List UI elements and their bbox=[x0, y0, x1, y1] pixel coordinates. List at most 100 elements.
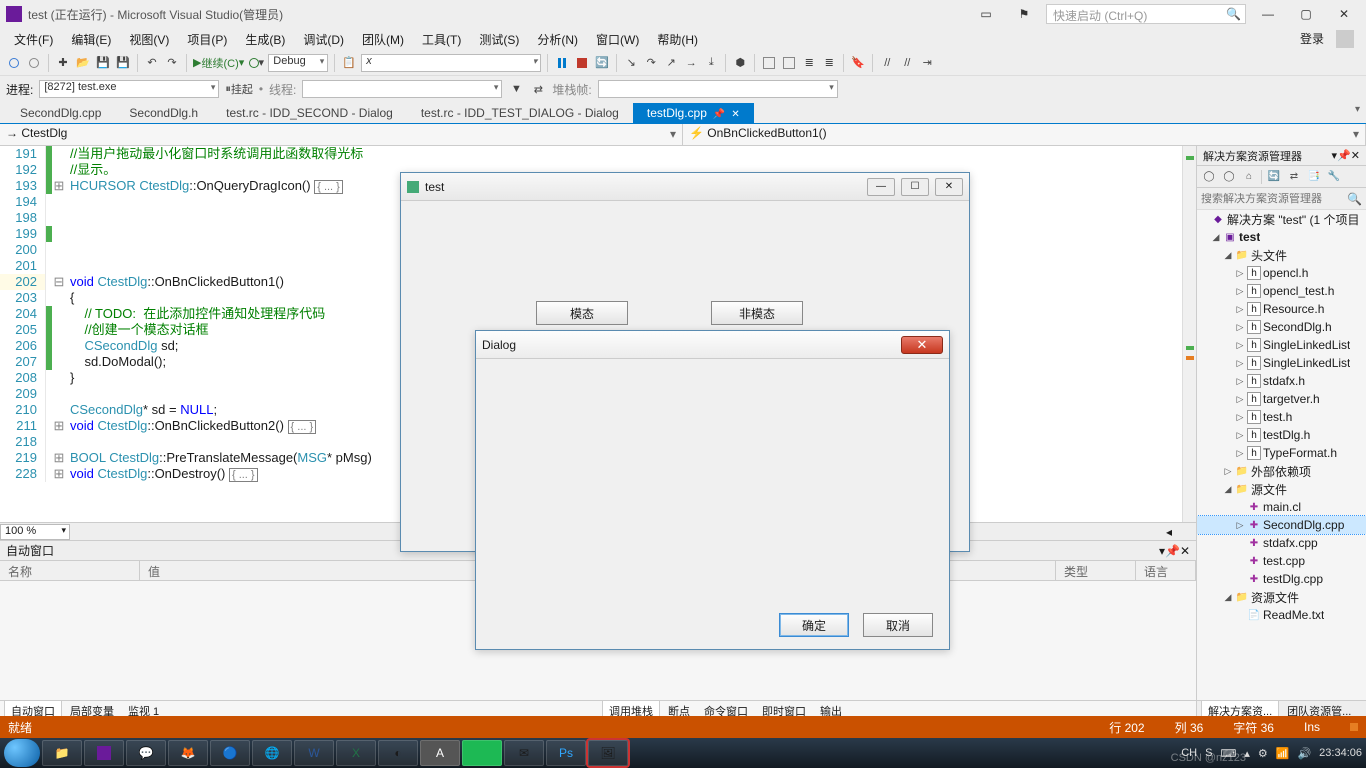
thread-nav-button[interactable]: ⇄ bbox=[530, 80, 546, 98]
tree-item[interactable]: ▷📁外部依赖项 bbox=[1197, 462, 1366, 480]
modeless-button[interactable]: 非模态 bbox=[711, 301, 803, 325]
tab-seconddlg-cpp[interactable]: SecondDlg.cpp bbox=[6, 103, 115, 123]
tree-item[interactable]: ▷hSingleLinkedList bbox=[1197, 336, 1366, 354]
tree-item[interactable]: ✚main.cl bbox=[1197, 498, 1366, 516]
maximize-button[interactable]: ▢ bbox=[1290, 3, 1322, 25]
open-button[interactable]: 📂 bbox=[75, 54, 91, 72]
debug-target-button[interactable]: ▾ bbox=[248, 54, 264, 72]
se-search-input[interactable] bbox=[1201, 193, 1347, 205]
stop-button[interactable] bbox=[574, 54, 590, 72]
modal-button[interactable]: 模态 bbox=[536, 301, 628, 325]
menu-view[interactable]: 视图(V) bbox=[121, 29, 177, 50]
config-combo[interactable]: Debug bbox=[268, 54, 328, 72]
suspend-button[interactable]: ⏸ 挂起 bbox=[225, 80, 253, 98]
close-tab-icon[interactable]: ✕ bbox=[731, 109, 739, 120]
se-properties-icon[interactable]: 🔧 bbox=[1326, 169, 1342, 185]
menu-team[interactable]: 团队(M) bbox=[354, 29, 412, 50]
task-app2[interactable]: A bbox=[420, 740, 460, 766]
se-pin-icon[interactable]: 📌 bbox=[1337, 149, 1351, 162]
menu-debug[interactable]: 调试(D) bbox=[295, 29, 352, 50]
restart-button[interactable]: 🔄 bbox=[594, 54, 610, 72]
col-name[interactable]: 名称 bbox=[0, 561, 140, 580]
minimize-button[interactable]: — bbox=[1252, 3, 1284, 25]
nav-fwd-button[interactable] bbox=[26, 54, 42, 72]
format-button[interactable]: ⇥ bbox=[919, 54, 935, 72]
se-collapse-icon[interactable]: 📑 bbox=[1306, 169, 1322, 185]
task-wechat[interactable]: 💬 bbox=[126, 740, 166, 766]
col-type[interactable]: 类型 bbox=[1056, 561, 1136, 580]
find-combo[interactable]: x bbox=[361, 54, 541, 72]
login-link[interactable]: 登录 bbox=[1284, 28, 1360, 51]
step-over-button[interactable]: ↷ bbox=[643, 54, 659, 72]
overview-ruler[interactable] bbox=[1182, 146, 1196, 522]
platform-icon[interactable]: 📋 bbox=[341, 54, 357, 72]
tab-testdlg-cpp[interactable]: testDlg.cpp📌✕ bbox=[633, 103, 754, 123]
tab-overflow-button[interactable]: ▾ bbox=[1355, 104, 1360, 115]
stackframe-combo[interactable] bbox=[598, 80, 838, 98]
task-running-app[interactable]: 🖼 bbox=[588, 740, 628, 766]
panel-pin-icon[interactable]: 📌 bbox=[1165, 544, 1180, 558]
notification-icon[interactable]: ▭ bbox=[970, 3, 1002, 25]
cancel-button[interactable]: 取消 bbox=[863, 613, 933, 637]
tray-network-icon[interactable]: 📶 bbox=[1276, 747, 1290, 760]
task-excel[interactable]: X bbox=[336, 740, 376, 766]
tree-item[interactable]: ◆解决方案 "test" (1 个项目 bbox=[1197, 210, 1366, 228]
outdent-button[interactable]: ≣ bbox=[821, 54, 837, 72]
indent-button[interactable]: ≣ bbox=[801, 54, 817, 72]
pause-button[interactable] bbox=[554, 54, 570, 72]
se-close-icon[interactable]: ✕ bbox=[1351, 149, 1360, 162]
tree-item[interactable]: ◢▣test bbox=[1197, 228, 1366, 246]
task-app1[interactable]: 🔵 bbox=[210, 740, 250, 766]
tree-item[interactable]: ▷htest.h bbox=[1197, 408, 1366, 426]
continue-button[interactable]: ▶ 继续(C) ▾ bbox=[193, 54, 244, 72]
process-combo[interactable]: [8272] test.exe bbox=[39, 80, 219, 98]
menu-tools[interactable]: 工具(T) bbox=[414, 29, 469, 50]
save-button[interactable]: 💾 bbox=[95, 54, 111, 72]
app1-minimize-button[interactable]: — bbox=[867, 178, 895, 196]
app2-close-button[interactable]: ✕ bbox=[901, 336, 943, 354]
panel-close-icon[interactable]: ✕ bbox=[1180, 544, 1190, 558]
se-refresh-icon[interactable]: 🔄 bbox=[1266, 169, 1282, 185]
tray-volume-icon[interactable]: 🔊 bbox=[1297, 747, 1311, 760]
hex-button[interactable]: ⬢ bbox=[732, 54, 748, 72]
thread-filter-button[interactable]: ▼ bbox=[508, 80, 524, 98]
app1-close-button[interactable]: ✕ bbox=[935, 178, 963, 196]
bookmark-button[interactable]: 🔖 bbox=[850, 54, 866, 72]
se-sync-icon[interactable]: ⇄ bbox=[1286, 169, 1302, 185]
step-out-button[interactable]: ↗ bbox=[663, 54, 679, 72]
new-project-button[interactable]: ✚ bbox=[55, 54, 71, 72]
tray-app-icon[interactable]: ⚙ bbox=[1258, 747, 1268, 760]
uncomment-button[interactable]: // bbox=[899, 54, 915, 72]
run-to-cursor-button[interactable]: ⤓ bbox=[703, 54, 719, 72]
task-chrome[interactable]: 🌐 bbox=[252, 740, 292, 766]
tree-item[interactable]: ◢📁头文件 bbox=[1197, 246, 1366, 264]
menu-analyze[interactable]: 分析(N) bbox=[529, 29, 586, 50]
tree-item[interactable]: ▷htargetver.h bbox=[1197, 390, 1366, 408]
se-back-icon[interactable]: ◯ bbox=[1201, 169, 1217, 185]
se-fwd-icon[interactable]: ◯ bbox=[1221, 169, 1237, 185]
quick-launch-input[interactable]: 快速启动 (Ctrl+Q) 🔍 bbox=[1046, 4, 1246, 24]
comment-button[interactable]: // bbox=[879, 54, 895, 72]
tab-idd-second[interactable]: test.rc - IDD_SECOND - Dialog bbox=[212, 103, 407, 123]
tab-idd-test-dialog[interactable]: test.rc - IDD_TEST_DIALOG - Dialog bbox=[407, 103, 633, 123]
fold-icon[interactable]: ⊞ bbox=[52, 418, 66, 434]
undo-button[interactable]: ↶ bbox=[144, 54, 160, 72]
task-eclipse[interactable]: ◐ bbox=[378, 740, 418, 766]
tree-item[interactable]: ✚testDlg.cpp bbox=[1197, 570, 1366, 588]
tree-item[interactable]: ▷hSingleLinkedList bbox=[1197, 354, 1366, 372]
member-combo[interactable]: ⚡ OnBnClickedButton1() bbox=[683, 124, 1366, 145]
menu-help[interactable]: 帮助(H) bbox=[649, 29, 706, 50]
menu-build[interactable]: 生成(B) bbox=[237, 29, 293, 50]
tree-item[interactable]: ▷htestDlg.h bbox=[1197, 426, 1366, 444]
window-button1[interactable] bbox=[761, 54, 777, 72]
tree-item[interactable]: ◢📁源文件 bbox=[1197, 480, 1366, 498]
status-resize-icon[interactable] bbox=[1350, 723, 1358, 731]
task-explorer[interactable]: 📁 bbox=[42, 740, 82, 766]
window-button2[interactable] bbox=[781, 54, 797, 72]
app-dialog-window[interactable]: Dialog ✕ 确定 取消 bbox=[475, 330, 950, 650]
step-into-button[interactable]: ↘ bbox=[623, 54, 639, 72]
task-app4[interactable]: ✉ bbox=[504, 740, 544, 766]
fold-icon[interactable]: ⊞ bbox=[52, 178, 66, 194]
tree-item[interactable]: ▷hTypeFormat.h bbox=[1197, 444, 1366, 462]
save-all-button[interactable]: 💾 bbox=[115, 54, 131, 72]
